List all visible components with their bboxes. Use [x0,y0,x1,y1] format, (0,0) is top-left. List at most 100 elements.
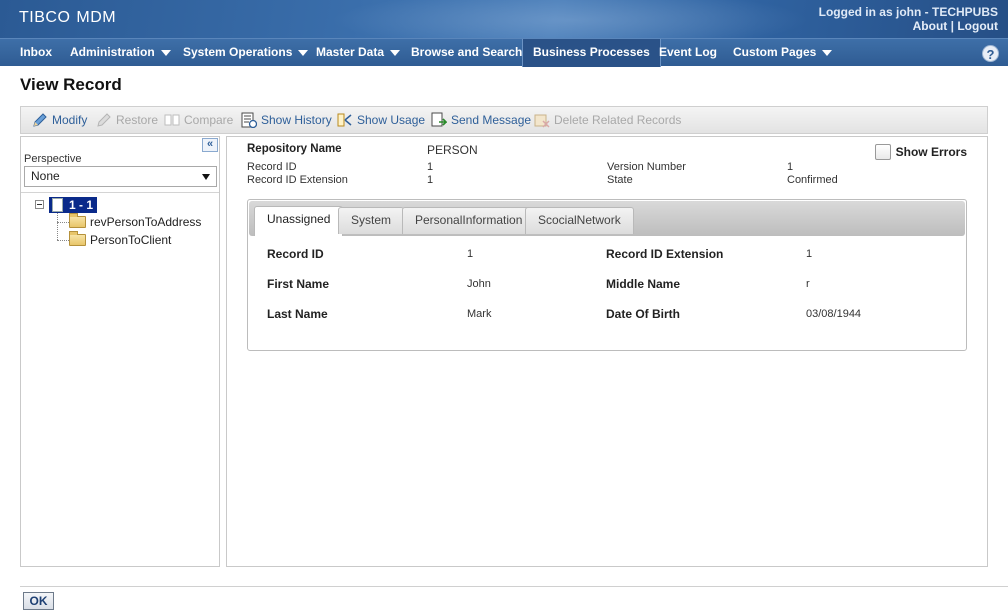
main-nav: Inbox Administration System Operations M… [0,38,1008,67]
logo-product: MDM [76,9,117,26]
divider [21,192,219,193]
footer-divider [20,586,1008,587]
nav-event-log[interactable]: Event Log [659,39,717,67]
chevron-down-icon [160,49,171,56]
nav-business-processes-label: Business Processes [533,45,650,59]
show-history-button[interactable]: Show History [241,111,332,130]
link-separator: | [950,19,954,33]
about-link[interactable]: About [913,19,948,33]
send-message-icon [431,112,447,127]
tab-social-network[interactable]: ScocialNetwork [525,207,634,234]
logo-brand: TIBCO [19,9,71,26]
app-logo: TIBCO MDM [19,9,116,27]
repository-name-label: Repository Name [247,143,342,155]
field-first-name-value: John [467,278,491,290]
login-info: Logged in as john - TECHPUBS About | Log… [819,5,998,33]
nav-master-data-label: Master Data [316,45,385,59]
state-value: Confirmed [787,174,838,186]
show-history-label: Show History [261,113,332,127]
field-date-of-birth-value: 03/08/1944 [806,308,862,320]
nav-browse-and-search-label: Browse and Search [411,45,523,59]
show-usage-button[interactable]: Show Usage [337,111,425,130]
delete-related-records-label: Delete Related Records [554,113,682,127]
tree-item-label: revPersonToAddress [90,215,202,229]
restore-button[interactable]: Restore [96,111,158,130]
tree-item-label: PersonToClient [90,233,172,247]
logged-in-prefix: Logged in as [818,5,893,19]
tree-connector [57,222,69,223]
compare-label: Compare [184,113,234,127]
folder-icon [69,231,86,246]
field-record-id-label: Record ID [267,247,324,261]
compare-button[interactable]: Compare [164,111,233,130]
delete-records-icon [534,114,550,128]
nav-inbox[interactable]: Inbox [20,39,52,67]
record-id-value: 1 [427,161,434,173]
chevron-down-icon [298,49,309,56]
perspective-select[interactable]: None [24,166,217,187]
delete-related-records-button[interactable]: Delete Related Records [534,111,681,130]
record-id-extension-label: Record ID Extension [247,174,348,186]
nav-custom-pages-label: Custom Pages [733,45,817,59]
record-details-panel: Repository Name PERSON Record ID 1 Versi… [226,136,988,567]
field-date-of-birth-label: Date Of Birth [606,307,681,321]
page-title: View Record [20,75,122,94]
perspective-label: Perspective [24,153,82,165]
pencil-icon [97,113,111,127]
tree-root-label: 1 - 1 [69,198,94,212]
nav-administration-label: Administration [70,45,155,59]
pencil-icon [33,113,47,127]
usage-icon [337,113,352,127]
version-number-label: Version Number [607,161,686,173]
modify-button[interactable]: Modify [32,111,87,130]
field-middle-name-value: r [806,278,810,290]
send-message-button[interactable]: Send Message [431,111,531,130]
tab-personal-information[interactable]: PersonalInformation [402,207,536,234]
document-icon [52,198,63,212]
nav-business-processes[interactable]: Business Processes [522,39,661,67]
send-message-label: Send Message [451,113,532,127]
nav-system-operations[interactable]: System Operations [183,39,309,67]
perspective-value: None [31,169,60,183]
show-errors-label: Show Errors [895,145,967,159]
attribute-tab-container: Unassigned System PersonalInformation Sc… [247,199,967,351]
show-errors-checkbox[interactable] [874,144,891,160]
tab-unassigned[interactable]: Unassigned [254,206,344,236]
nav-custom-pages[interactable]: Custom Pages [733,39,833,67]
record-toolbar: Modify Restore Compare Show History Show… [20,106,988,134]
ok-button[interactable]: OK [23,592,54,610]
tree-root-node[interactable]: 1 - 1 [49,197,98,213]
chevron-down-icon [390,49,401,56]
nav-administration[interactable]: Administration [70,39,171,67]
version-number-value: 1 [787,161,794,173]
logged-in-user: john - TECHPUBS [896,5,998,19]
field-last-name-value: Mark [467,308,492,320]
nav-system-operations-label: System Operations [183,45,293,59]
nav-browse-and-search[interactable]: Browse and Search [411,39,522,67]
tab-system[interactable]: System [338,207,405,234]
compare-icon [164,114,180,126]
nav-master-data[interactable]: Master Data [316,39,401,67]
collapse-node-icon[interactable] [35,200,44,209]
record-id-label: Record ID [247,161,297,173]
collapse-panel-icon[interactable]: « [202,138,218,152]
history-icon [241,112,257,128]
field-record-id-extension-value: 1 [806,248,813,260]
restore-label: Restore [116,113,159,127]
logout-link[interactable]: Logout [957,19,998,33]
dropdown-arrow-icon [202,174,210,180]
state-label: State [607,174,633,186]
modify-label: Modify [52,113,88,127]
tree-connector [57,213,58,240]
field-record-id-extension-label: Record ID Extension [606,247,724,261]
show-usage-label: Show Usage [357,113,426,127]
nav-inbox-label: Inbox [20,45,52,59]
tab-strip: Unassigned System PersonalInformation Sc… [249,201,965,236]
nav-event-log-label: Event Log [659,45,718,59]
show-errors-toggle[interactable]: Show Errors [874,144,967,160]
chevron-down-icon [822,49,833,56]
repository-name-value: PERSON [427,143,478,157]
help-icon[interactable]: ? [982,45,999,62]
folder-icon [69,213,86,228]
left-panel: « Perspective None 1 - 1 revPersonToAddr… [20,136,220,567]
